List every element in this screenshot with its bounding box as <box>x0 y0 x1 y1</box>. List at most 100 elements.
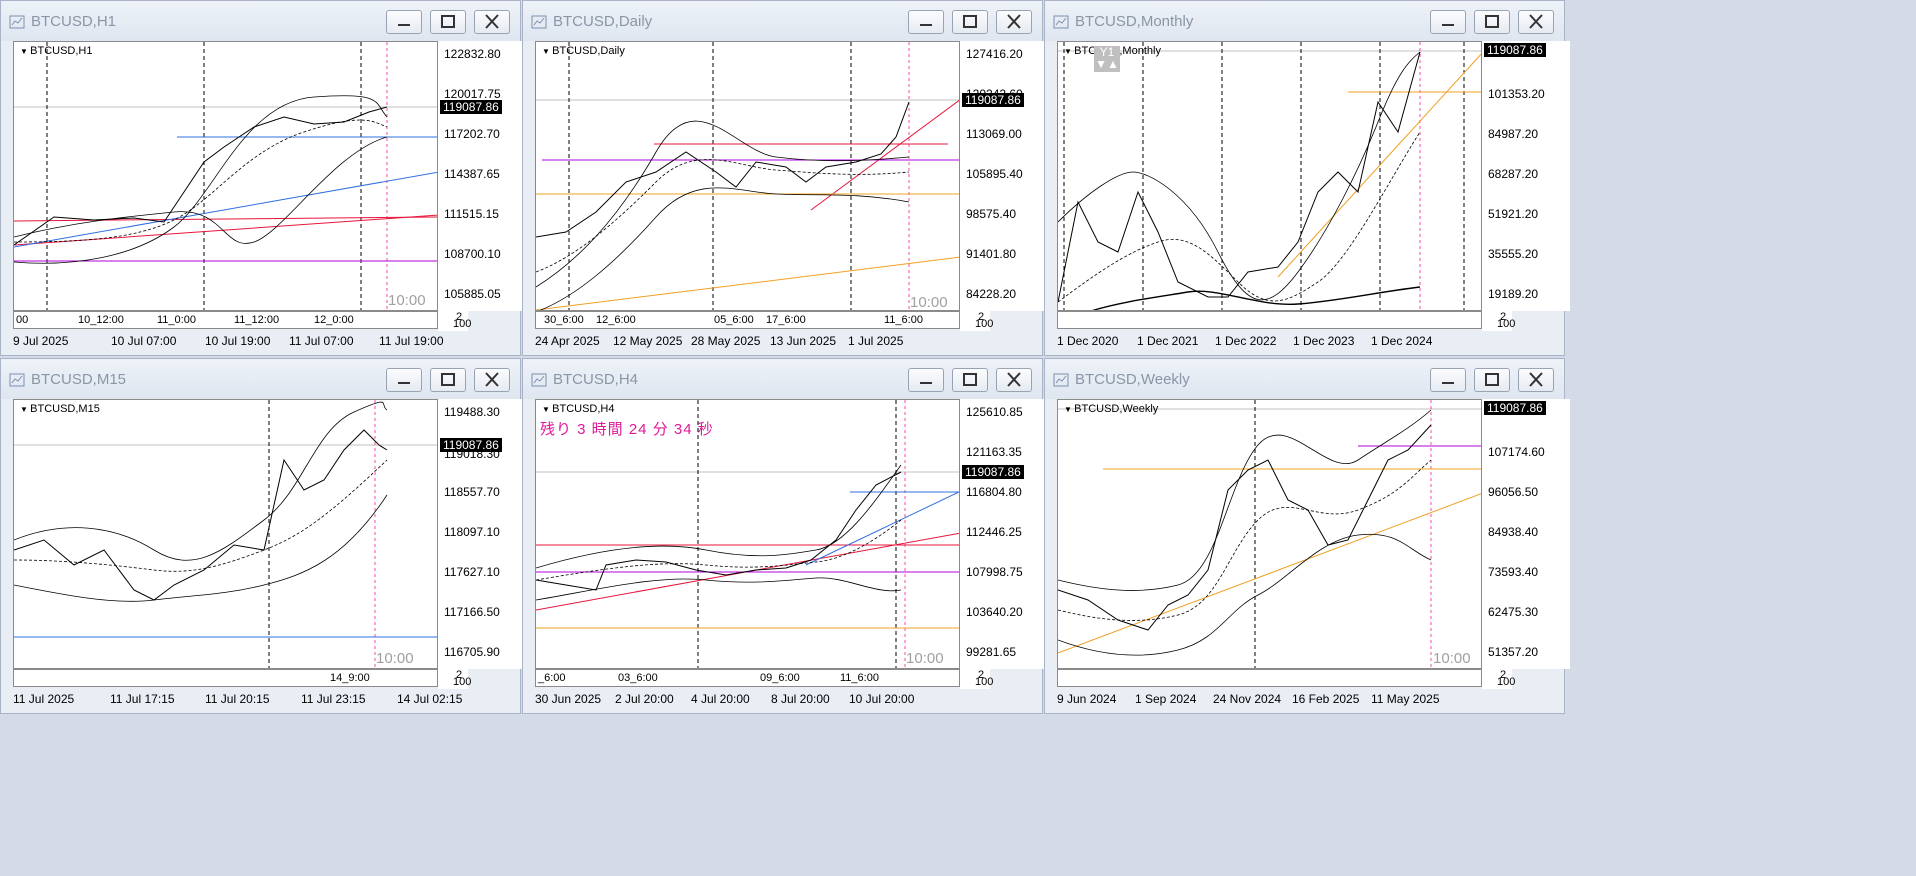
date-label: 4 Jul 20:00 <box>691 692 750 706</box>
price-label: 105895.40 <box>966 167 1023 181</box>
minimize-button[interactable] <box>908 10 944 34</box>
chart-window-weekly[interactable]: BTCUSD,Weekly BTCUSD,Weekly 10:00 119087… <box>1044 358 1570 714</box>
price-label: 98575.40 <box>966 207 1017 221</box>
subwindow-scale-bottom: 100 <box>1497 318 1516 330</box>
price-chart-area[interactable]: BTCUSD,H1 10:00 <box>13 41 438 311</box>
price-axis: 125610.85 121163.35 119087.86 116804.80 … <box>960 399 1048 669</box>
close-button[interactable] <box>1518 368 1554 392</box>
minimize-button[interactable] <box>386 10 422 34</box>
chart-symbol-label: BTCUSD,Weekly <box>1064 403 1158 415</box>
price-label: 101353.20 <box>1488 87 1545 101</box>
subwindow-time-label: 11_0:00 <box>157 314 196 326</box>
close-button[interactable] <box>474 368 510 392</box>
price-label: 84938.40 <box>1488 525 1539 539</box>
current-price-tag: 119087.86 <box>962 465 1024 479</box>
price-chart-area[interactable]: BTCUSD,M15 10:00 <box>13 399 438 669</box>
period-badge[interactable]: Y1 ▼▲ <box>1094 46 1120 72</box>
maximize-button[interactable] <box>1474 10 1510 34</box>
price-label: 19189.20 <box>1488 287 1539 301</box>
minimize-button[interactable] <box>386 368 422 392</box>
date-label: 11 Jul 20:15 <box>205 692 270 706</box>
maximize-icon <box>441 373 455 386</box>
maximize-button[interactable] <box>952 368 988 392</box>
subwindow-scale: 2 100 <box>960 669 993 691</box>
chart-window-monthly[interactable]: BTCUSD,Monthly BTCUSD,Monthly Y1▼▲ 11908… <box>1044 0 1570 356</box>
minimize-button[interactable] <box>908 368 944 392</box>
close-button[interactable] <box>996 368 1032 392</box>
price-label: 91401.80 <box>966 247 1017 261</box>
maximize-button[interactable] <box>1474 368 1510 392</box>
price-chart-graphics <box>14 42 437 310</box>
window-titlebar[interactable]: BTCUSD,H1 <box>1 1 520 41</box>
price-label: 73593.40 <box>1488 565 1539 579</box>
indicator-subwindow[interactable]: 14_9:00 <box>13 669 438 687</box>
date-label: 9 Jun 2024 <box>1057 692 1117 706</box>
window-titlebar[interactable]: BTCUSD,Weekly <box>1045 359 1564 399</box>
chart-window-h1[interactable]: BTCUSD,H1 BTCUSD,H1 10:00 122832.80 1200… <box>0 0 526 356</box>
price-label: 122832.80 <box>444 47 501 61</box>
close-button[interactable] <box>474 10 510 34</box>
minimize-button[interactable] <box>1430 368 1466 392</box>
subwindow-time-label: 12_6:00 <box>596 314 636 326</box>
date-label: 10 Jul 19:00 <box>205 334 271 348</box>
price-label: 111515.15 <box>444 207 499 221</box>
close-icon <box>1007 14 1021 29</box>
indicator-subwindow[interactable]: 00 10_12:00 11_0:00 11_12:00 12_0:00 <box>13 311 438 329</box>
subwindow-time-label: 11_12:00 <box>234 314 280 326</box>
indicator-subwindow[interactable]: 30_6:00 12_6:00 05_6:00 17_6:00 11_6:00 <box>535 311 960 329</box>
price-label: 125610.85 <box>966 405 1023 419</box>
price-label: 51921.20 <box>1488 207 1539 221</box>
chart-window-daily[interactable]: BTCUSD,Daily BTCUSD,Daily 10:00 127416.2… <box>522 0 1048 356</box>
price-chart-graphics <box>1058 400 1481 668</box>
subwindow-scale-bottom: 100 <box>453 676 472 688</box>
date-label: 10 Jul 07:00 <box>111 334 177 348</box>
price-label: 120017.75 <box>444 87 501 101</box>
subwindow-time-label: 03_6:00 <box>618 672 658 684</box>
indicator-subwindow[interactable]: _6:00 03_6:00 09_6:00 11_6:00 <box>535 669 960 687</box>
maximize-button[interactable] <box>952 10 988 34</box>
price-chart-area[interactable]: BTCUSD,Weekly 10:00 <box>1057 399 1482 669</box>
price-label: 116804.80 <box>966 485 1022 499</box>
indicator-subwindow[interactable] <box>1057 669 1482 687</box>
subwindow-scale: 2 100 <box>1482 669 1515 691</box>
time-axis: 9 Jul 2025 10 Jul 07:00 10 Jul 19:00 11 … <box>13 331 513 351</box>
close-button[interactable] <box>1518 10 1554 34</box>
price-label: 117202.70 <box>444 127 500 141</box>
window-titlebar[interactable]: BTCUSD,Monthly <box>1045 1 1564 41</box>
chart-window-m15[interactable]: BTCUSD,M15 BTCUSD,M15 10:00 119488.30 11… <box>0 358 526 714</box>
window-title: BTCUSD,H1 <box>31 13 117 30</box>
price-chart-area[interactable]: BTCUSD,H4 残り 3 時間 24 分 34 秒 10:00 <box>535 399 960 669</box>
maximize-button[interactable] <box>430 368 466 392</box>
subwindow-time-label: 00 <box>16 314 29 326</box>
price-label: 96056.50 <box>1488 485 1539 499</box>
date-label: 24 Apr 2025 <box>535 334 600 348</box>
price-axis: 122832.80 120017.75 119087.86 117202.70 … <box>438 41 526 311</box>
date-label: 12 May 2025 <box>613 334 683 348</box>
close-button[interactable] <box>996 10 1032 34</box>
date-label: 1 Dec 2024 <box>1371 334 1433 348</box>
price-chart-area[interactable]: BTCUSD,Daily 10:00 <box>535 41 960 311</box>
price-label: 35555.20 <box>1488 247 1539 261</box>
maximize-button[interactable] <box>430 10 466 34</box>
price-label: 62475.30 <box>1488 605 1539 619</box>
chart-window-icon <box>1053 15 1069 29</box>
date-label: 1 Dec 2021 <box>1137 334 1199 348</box>
price-label: 108700.10 <box>444 247 501 261</box>
price-chart-area[interactable]: BTCUSD,Monthly Y1▼▲ <box>1057 41 1482 311</box>
chart-window-h4[interactable]: BTCUSD,H4 BTCUSD,H4 残り 3 時間 24 分 34 秒 10… <box>522 358 1048 714</box>
chart-window-icon <box>531 373 547 387</box>
price-label: 118097.10 <box>444 525 500 539</box>
window-titlebar[interactable]: BTCUSD,H4 <box>523 359 1042 399</box>
date-label: 16 Feb 2025 <box>1292 692 1360 706</box>
subwindow-time-label: 11_6:00 <box>840 672 879 684</box>
window-titlebar[interactable]: BTCUSD,M15 <box>1 359 520 399</box>
workspace-bottom-strip <box>0 716 1916 876</box>
price-chart-graphics <box>536 42 959 310</box>
window-title: BTCUSD,Daily <box>553 13 653 30</box>
indicator-subwindow[interactable] <box>1057 311 1482 329</box>
minimize-button[interactable] <box>1430 10 1466 34</box>
chart-symbol-label: BTCUSD,Daily <box>542 45 625 57</box>
current-price-tag: 119087.86 <box>440 100 502 114</box>
date-label: 28 May 2025 <box>691 334 761 348</box>
window-titlebar[interactable]: BTCUSD,Daily <box>523 1 1042 41</box>
